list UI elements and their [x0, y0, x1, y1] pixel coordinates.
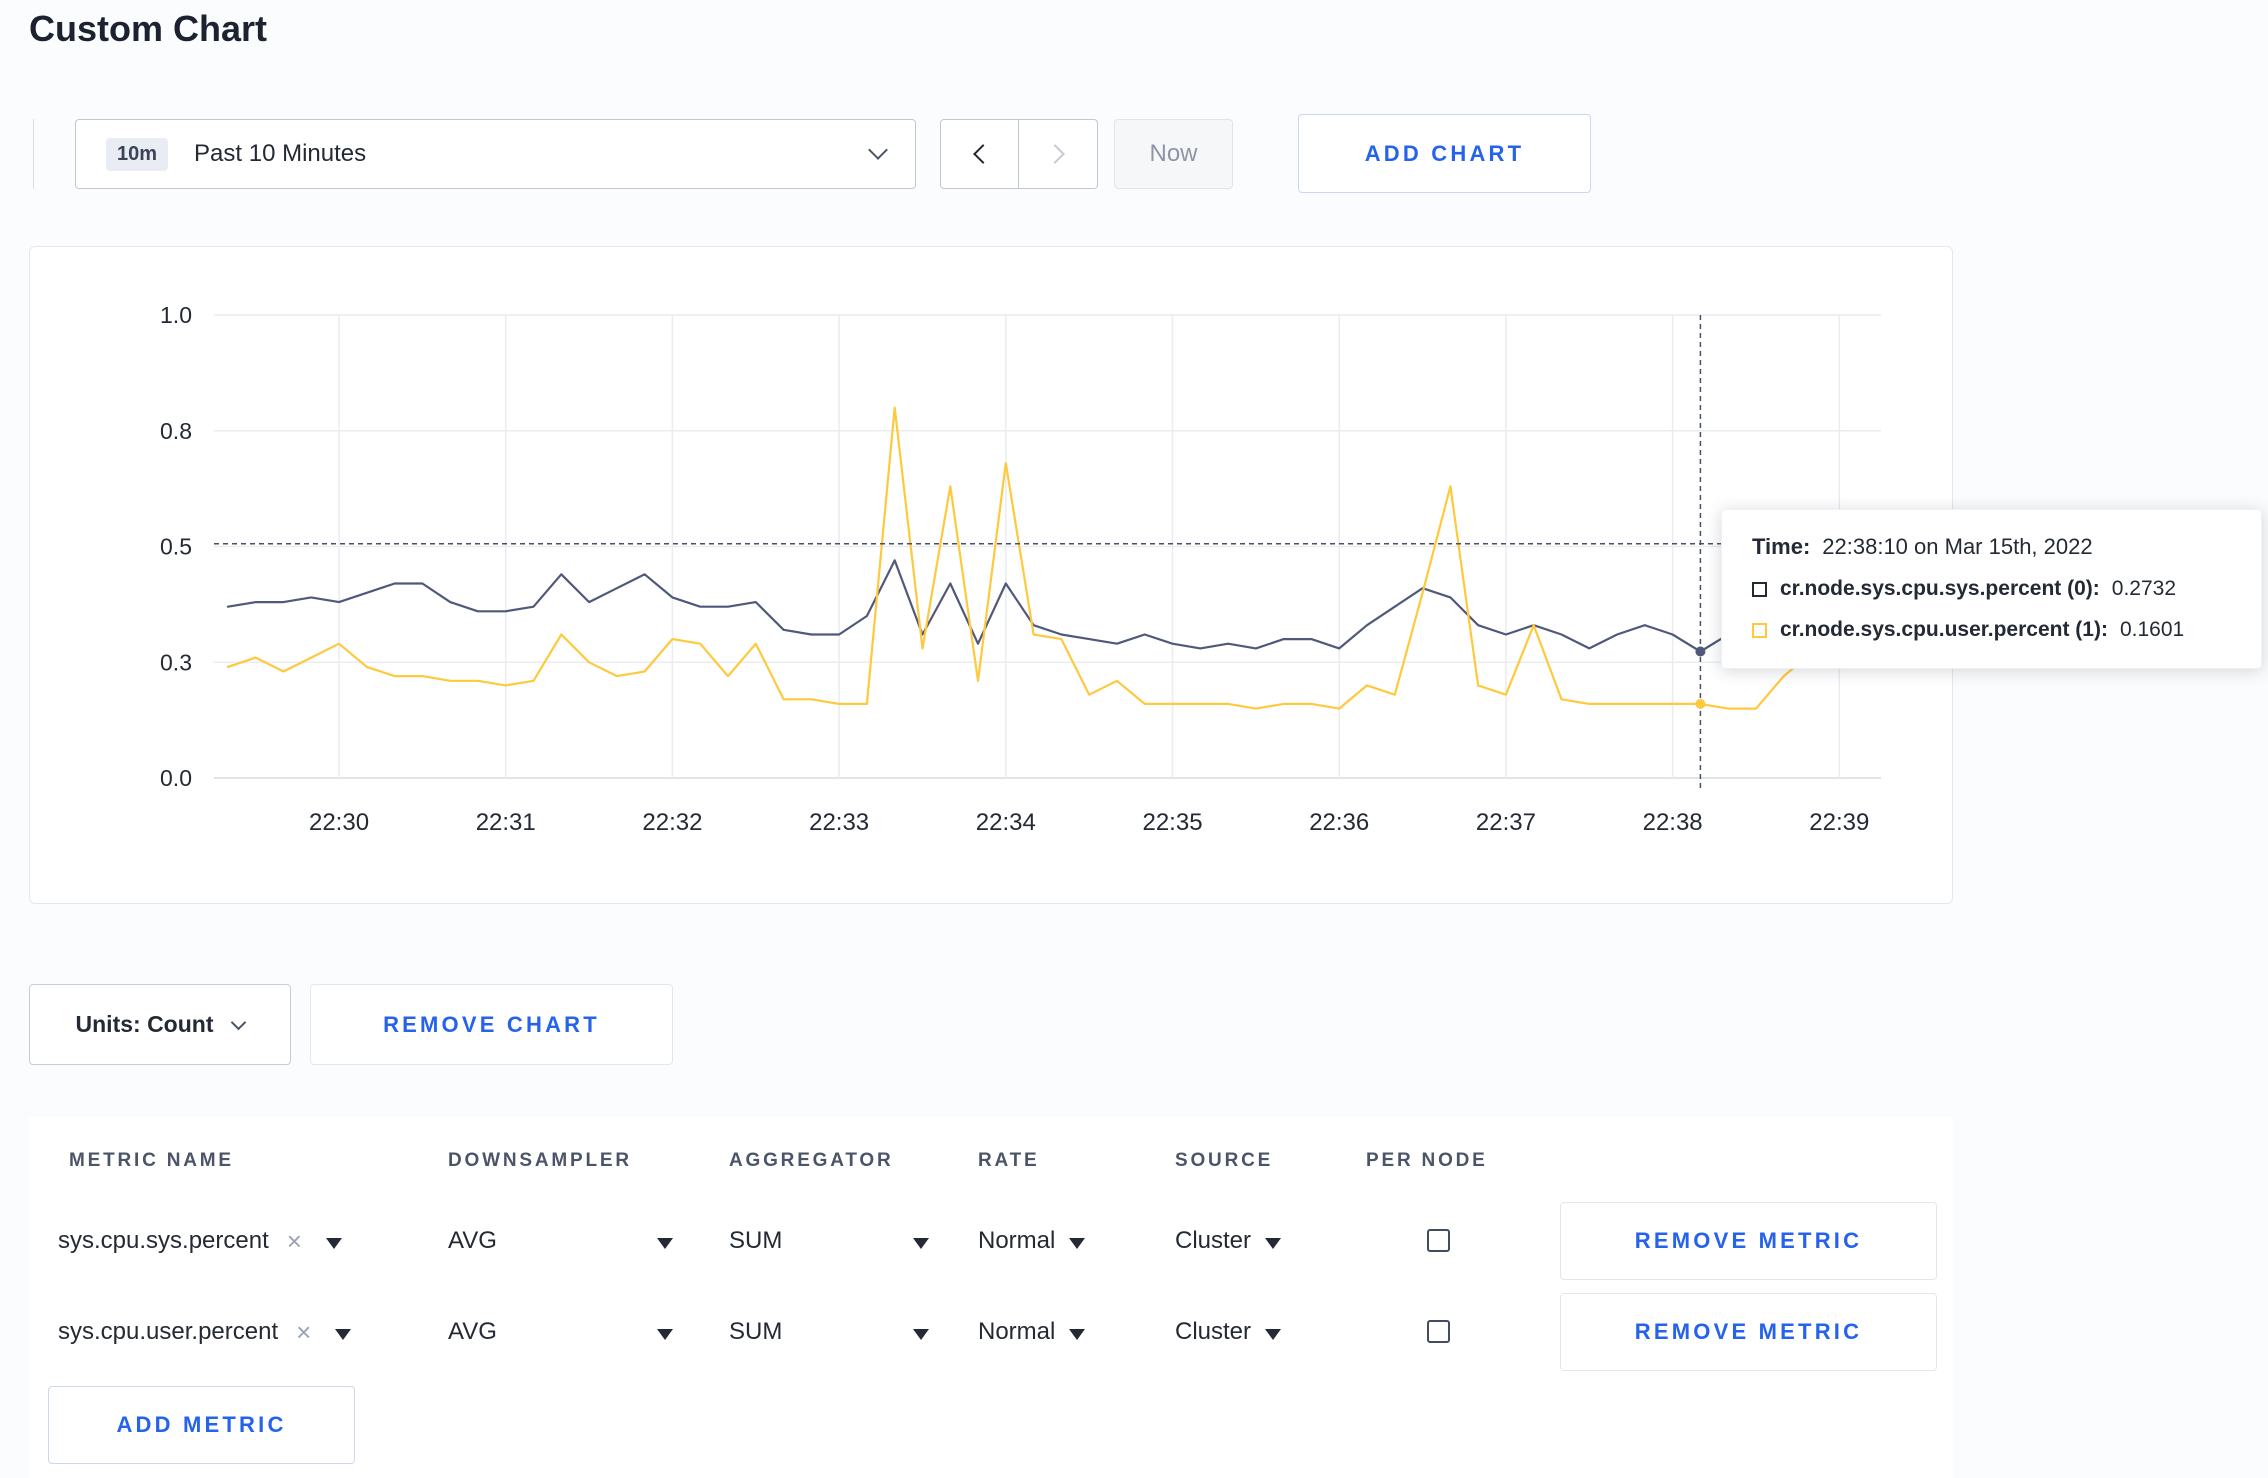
- col-header-downsampler: DOWNSAMPLER: [448, 1150, 632, 1171]
- caret-down-icon: [1265, 1329, 1282, 1340]
- table-row: sys.cpu.sys.percent × AVG SUM Normal Clu…: [29, 1202, 1953, 1280]
- rate-value: Normal: [978, 1227, 1056, 1254]
- time-pager: [940, 119, 1098, 189]
- aggregator-dropdown[interactable]: SUM: [729, 1202, 929, 1280]
- tooltip-time: Time: 22:38:10 on Mar 15th, 2022: [1752, 534, 2231, 560]
- source-dropdown[interactable]: Cluster: [1175, 1293, 1282, 1371]
- cpu-percent-chart[interactable]: 0.0 0.3 0.5 0.8 1.0 22:30 22:31 22:32 22:33 22:34…: [30, 247, 1952, 903]
- remove-metric-button[interactable]: REMOVE METRIC: [1560, 1202, 1937, 1280]
- time-range-dropdown[interactable]: 10m Past 10 Minutes: [75, 119, 916, 189]
- chevron-down-icon: [868, 140, 888, 160]
- aggregator-dropdown[interactable]: SUM: [729, 1293, 929, 1371]
- clear-icon[interactable]: ×: [296, 1319, 311, 1345]
- caret-down-icon: [657, 1238, 673, 1249]
- x-tick-label: 22:38: [1643, 809, 1703, 836]
- remove-metric-button[interactable]: REMOVE METRIC: [1560, 1293, 1937, 1371]
- series-line-1: [226, 406, 1869, 710]
- x-tick-label: 22:34: [976, 809, 1036, 836]
- now-button[interactable]: Now: [1114, 119, 1233, 189]
- custom-chart-page: Custom Chart 10m Past 10 Minutes Now ADD…: [0, 0, 2268, 1478]
- chart-panel: 0.0 0.3 0.5 0.8 1.0 22:30 22:31 22:32 22:33 22:34…: [29, 246, 1953, 904]
- metric-name-dropdown[interactable]: sys.cpu.sys.percent ×: [58, 1202, 403, 1280]
- metric-name-value: sys.cpu.sys.percent: [58, 1227, 269, 1254]
- col-header-rate: RATE: [978, 1150, 1040, 1171]
- caret-down-icon: [325, 1238, 342, 1249]
- caret-down-icon: [913, 1329, 929, 1340]
- source-value: Cluster: [1175, 1318, 1252, 1345]
- caret-down-icon: [335, 1329, 352, 1340]
- time-next-button[interactable]: [1019, 119, 1098, 189]
- tooltip-metric-label: cr.node.sys.cpu.sys.percent (0):: [1780, 577, 2100, 600]
- hover-point: [1695, 646, 1706, 657]
- downsampler-value: AVG: [448, 1318, 497, 1345]
- caret-down-icon: [1265, 1238, 1282, 1249]
- caret-down-icon: [1069, 1238, 1086, 1249]
- time-range-badge: 10m: [106, 137, 169, 171]
- add-chart-button[interactable]: ADD CHART: [1298, 114, 1591, 193]
- caret-down-icon: [657, 1329, 673, 1340]
- x-tick-label: 22:31: [476, 809, 536, 836]
- tooltip-time-value: 22:38:10 on Mar 15th, 2022: [1822, 534, 2093, 559]
- y-tick-label: 0.3: [160, 649, 192, 675]
- x-tick-label: 22:36: [1309, 809, 1369, 836]
- time-range-label: Past 10 Minutes: [194, 140, 367, 167]
- toolbar-divider: [33, 119, 34, 189]
- col-header-metric-name: METRIC NAME: [69, 1150, 234, 1171]
- per-node-checkbox[interactable]: [1427, 1229, 1450, 1252]
- rate-value: Normal: [978, 1318, 1056, 1345]
- time-prev-button[interactable]: [940, 119, 1019, 189]
- metric-name-dropdown[interactable]: sys.cpu.user.percent ×: [58, 1293, 403, 1371]
- per-node-checkbox[interactable]: [1427, 1320, 1450, 1343]
- x-tick-label: 22:35: [1142, 809, 1202, 836]
- downsampler-value: AVG: [448, 1227, 497, 1254]
- y-tick-label: 1.0: [160, 302, 192, 328]
- y-tick-label: 0.8: [160, 418, 192, 444]
- metrics-table: METRIC NAME DOWNSAMPLER AGGREGATOR RATE …: [29, 1117, 1953, 1478]
- x-tick-label: 22:32: [642, 809, 702, 836]
- col-header-source: SOURCE: [1175, 1150, 1274, 1171]
- chevron-left-icon: [972, 144, 993, 164]
- tooltip-series-row: cr.node.sys.cpu.user.percent (1): 0.1601: [1752, 618, 2231, 642]
- x-tick-label: 22:33: [809, 809, 869, 836]
- metric-name-value: sys.cpu.user.percent: [58, 1318, 279, 1345]
- tooltip-metric-value: 0.2732: [2111, 577, 2177, 600]
- remove-chart-button[interactable]: REMOVE CHART: [310, 984, 673, 1065]
- caret-down-icon: [1069, 1329, 1086, 1340]
- units-dropdown[interactable]: Units: Count: [29, 984, 291, 1065]
- chart-tooltip: Time: 22:38:10 on Mar 15th, 2022 cr.node.…: [1721, 509, 2262, 669]
- tooltip-metric-label: cr.node.sys.cpu.user.percent (1):: [1780, 618, 2108, 641]
- col-header-per-node: PER NODE: [1366, 1150, 1488, 1171]
- sys-series-swatch-icon: [1752, 581, 1767, 597]
- tooltip-metric-value: 0.1601: [2119, 618, 2185, 641]
- rate-dropdown[interactable]: Normal: [978, 1202, 1086, 1280]
- chevron-down-icon: [231, 1014, 247, 1031]
- y-tick-label: 0.0: [160, 765, 192, 791]
- caret-down-icon: [913, 1238, 929, 1249]
- tooltip-time-label: Time:: [1752, 534, 1811, 559]
- x-tick-label: 22:39: [1809, 809, 1869, 836]
- y-tick-label: 0.5: [160, 534, 192, 560]
- x-tick-label: 22:30: [309, 809, 369, 836]
- rate-dropdown[interactable]: Normal: [978, 1293, 1086, 1371]
- page-title: Custom Chart: [29, 8, 268, 49]
- clear-icon[interactable]: ×: [287, 1228, 302, 1254]
- x-tick-label: 22:37: [1476, 809, 1536, 836]
- source-value: Cluster: [1175, 1227, 1252, 1254]
- add-metric-button[interactable]: ADD METRIC: [48, 1386, 355, 1464]
- downsampler-dropdown[interactable]: AVG: [448, 1202, 673, 1280]
- aggregator-value: SUM: [729, 1318, 783, 1345]
- chevron-right-icon: [1045, 144, 1065, 164]
- source-dropdown[interactable]: Cluster: [1175, 1202, 1282, 1280]
- hover-point: [1695, 698, 1706, 709]
- col-header-aggregator: AGGREGATOR: [729, 1150, 894, 1171]
- table-row: sys.cpu.user.percent × AVG SUM Normal Cl…: [29, 1293, 1953, 1371]
- aggregator-value: SUM: [729, 1227, 783, 1254]
- units-label: Units: Count: [75, 1011, 214, 1037]
- tooltip-series-row: cr.node.sys.cpu.sys.percent (0): 0.2732: [1752, 577, 2231, 601]
- downsampler-dropdown[interactable]: AVG: [448, 1293, 673, 1371]
- user-series-swatch-icon: [1752, 622, 1767, 638]
